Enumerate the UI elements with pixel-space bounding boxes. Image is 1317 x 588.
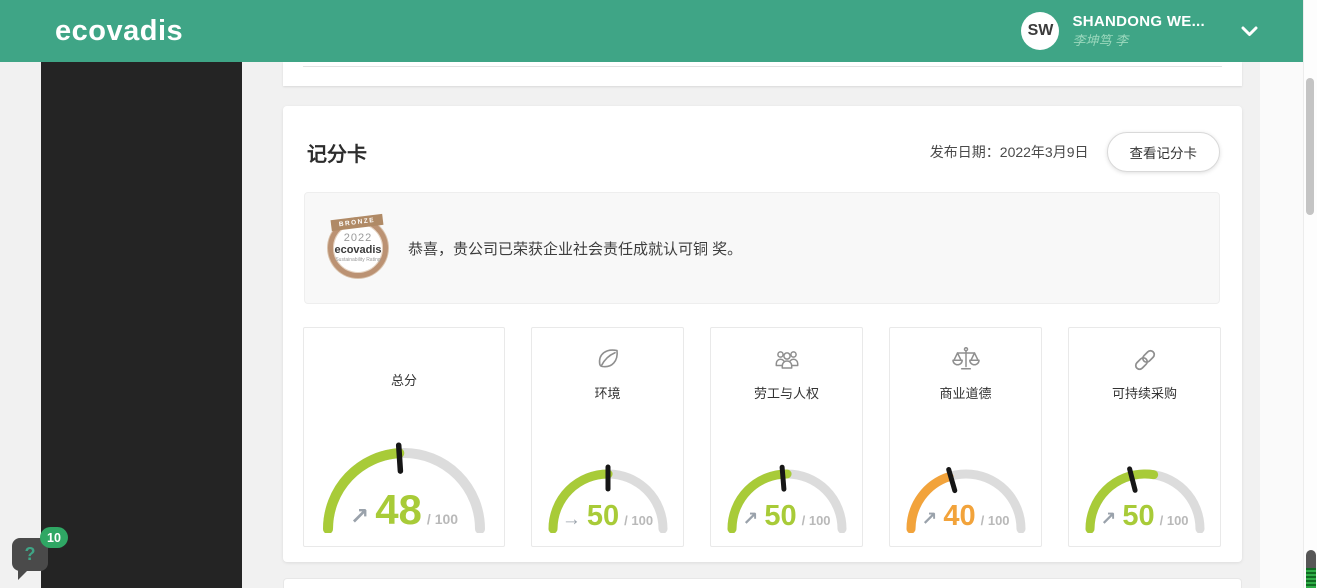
- medal-tagline: Sustainability Rating: [335, 257, 381, 264]
- score-max: / 100: [1159, 513, 1189, 528]
- previous-card-partial: [283, 62, 1242, 86]
- gauge-chart: ↗ 50 / 100: [720, 445, 854, 534]
- chevron-down-icon[interactable]: [1241, 26, 1258, 37]
- gauge-chart: ↗ 40 / 100: [899, 445, 1033, 534]
- scrollbar-thumb[interactable]: [1306, 78, 1314, 215]
- publish-date: 发布日期：2022年3月9日: [929, 144, 1089, 160]
- next-card-partial: [283, 578, 1242, 588]
- score-value: 50: [1122, 500, 1155, 532]
- medal-brand: ecovadis: [334, 243, 382, 256]
- user-name: SHANDONG WE...: [1072, 12, 1205, 30]
- gauge-card-total: 总分 ↗ 48/ 100: [303, 327, 505, 547]
- user-menu[interactable]: SW SHANDONG WE... 李坤笃 李: [1021, 0, 1258, 62]
- gauge-title: 总分: [390, 373, 417, 388]
- score-max: / 100: [980, 513, 1010, 528]
- score-value: 50: [586, 500, 620, 532]
- people-icon: [770, 343, 804, 377]
- trend-up-icon: ↗: [349, 503, 370, 529]
- gauge-title: 可持续采购: [1111, 386, 1177, 401]
- gauge-row: 总分 ↗ 48/ 100 环境 → 50/ 100 劳工与人权 ↗ 50/ 100 商业道德…: [303, 327, 1222, 547]
- app-header: ecovadis SW SHANDONG WE... 李坤笃 李: [0, 0, 1303, 62]
- gauge-title: 商业道德: [939, 386, 992, 401]
- ecovadis-logo: ecovadis: [55, 15, 184, 47]
- trend-up-icon: ↗: [742, 509, 759, 530]
- view-scorecard-button[interactable]: 查看记分卡: [1106, 132, 1220, 172]
- gauge-score: → 50 / 100: [541, 502, 675, 531]
- gauge-card-environment: 环境 → 50 / 100: [531, 327, 684, 547]
- left-sidebar: [41, 62, 242, 588]
- scorecard-card: 记分卡 发布日期：2022年3月9日 查看记分卡 BRONZE 2022 eco…: [283, 106, 1242, 562]
- award-banner: BRONZE 2022 ecovadis Sustainability Rati…: [304, 192, 1220, 304]
- user-texts: SHANDONG WE... 李坤笃 李: [1072, 13, 1205, 50]
- right-panel: [1260, 62, 1303, 588]
- leaf-icon: [591, 343, 625, 377]
- gauge-card-sust-procurement: 可持续采购 ↗ 50 / 100: [1068, 327, 1221, 547]
- score-value: 48: [375, 486, 422, 533]
- gauge-title: 劳工与人权: [753, 386, 819, 401]
- capture-indicator-stripes: [1306, 568, 1316, 588]
- score-max: / 100: [624, 513, 654, 528]
- score-max: / 100: [426, 511, 459, 527]
- page-title: 记分卡: [307, 143, 367, 166]
- gauge-score: ↗ 48/ 100: [311, 489, 497, 531]
- score-value: 40: [943, 500, 976, 532]
- medal-year: 2022: [343, 231, 373, 244]
- trend-stable-icon: →: [561, 509, 581, 530]
- gauge-chart: ↗ 48/ 100: [311, 417, 497, 534]
- trend-up-icon: ↗: [921, 509, 938, 530]
- trend-up-icon: ↗: [1100, 509, 1117, 530]
- score-value: 50: [764, 500, 797, 532]
- avatar[interactable]: SW: [1021, 12, 1060, 50]
- bronze-medal-icon: BRONZE 2022 ecovadis Sustainability Rati…: [328, 213, 390, 279]
- scales-icon: [949, 343, 983, 377]
- divider: [303, 66, 1222, 67]
- scorecard-header: 记分卡 发布日期：2022年3月9日 查看记分卡: [283, 106, 1242, 172]
- gauge-card-ethics: 商业道德 ↗ 40 / 100: [889, 327, 1042, 547]
- award-message: 恭喜，贵公司已荣获企业社会责任成就认可铜 奖。: [408, 240, 743, 258]
- gauge-chart: → 50 / 100: [541, 445, 675, 534]
- user-subtitle: 李坤笃 李: [1072, 33, 1129, 49]
- chain-icon: [1128, 343, 1162, 377]
- question-mark-icon: ?: [24, 544, 36, 564]
- gauge-score: ↗ 40 / 100: [899, 502, 1033, 531]
- page: ecovadis SW SHANDONG WE... 李坤笃 李 记分卡 发布日…: [0, 0, 1317, 588]
- scorecard-header-right: 发布日期：2022年3月9日 查看记分卡: [930, 132, 1220, 172]
- gauge-score: ↗ 50 / 100: [1078, 502, 1212, 531]
- gauge-card-labor-rights: 劳工与人权 ↗ 50 / 100: [710, 327, 863, 547]
- capture-indicator: [1306, 550, 1316, 588]
- score-max: / 100: [801, 513, 831, 528]
- gauge-title: 环境: [594, 386, 621, 401]
- gauge-chart: ↗ 50 / 100: [1078, 445, 1212, 534]
- gauge-score: ↗ 50 / 100: [720, 502, 854, 531]
- help-notification-badge[interactable]: 10: [40, 527, 68, 548]
